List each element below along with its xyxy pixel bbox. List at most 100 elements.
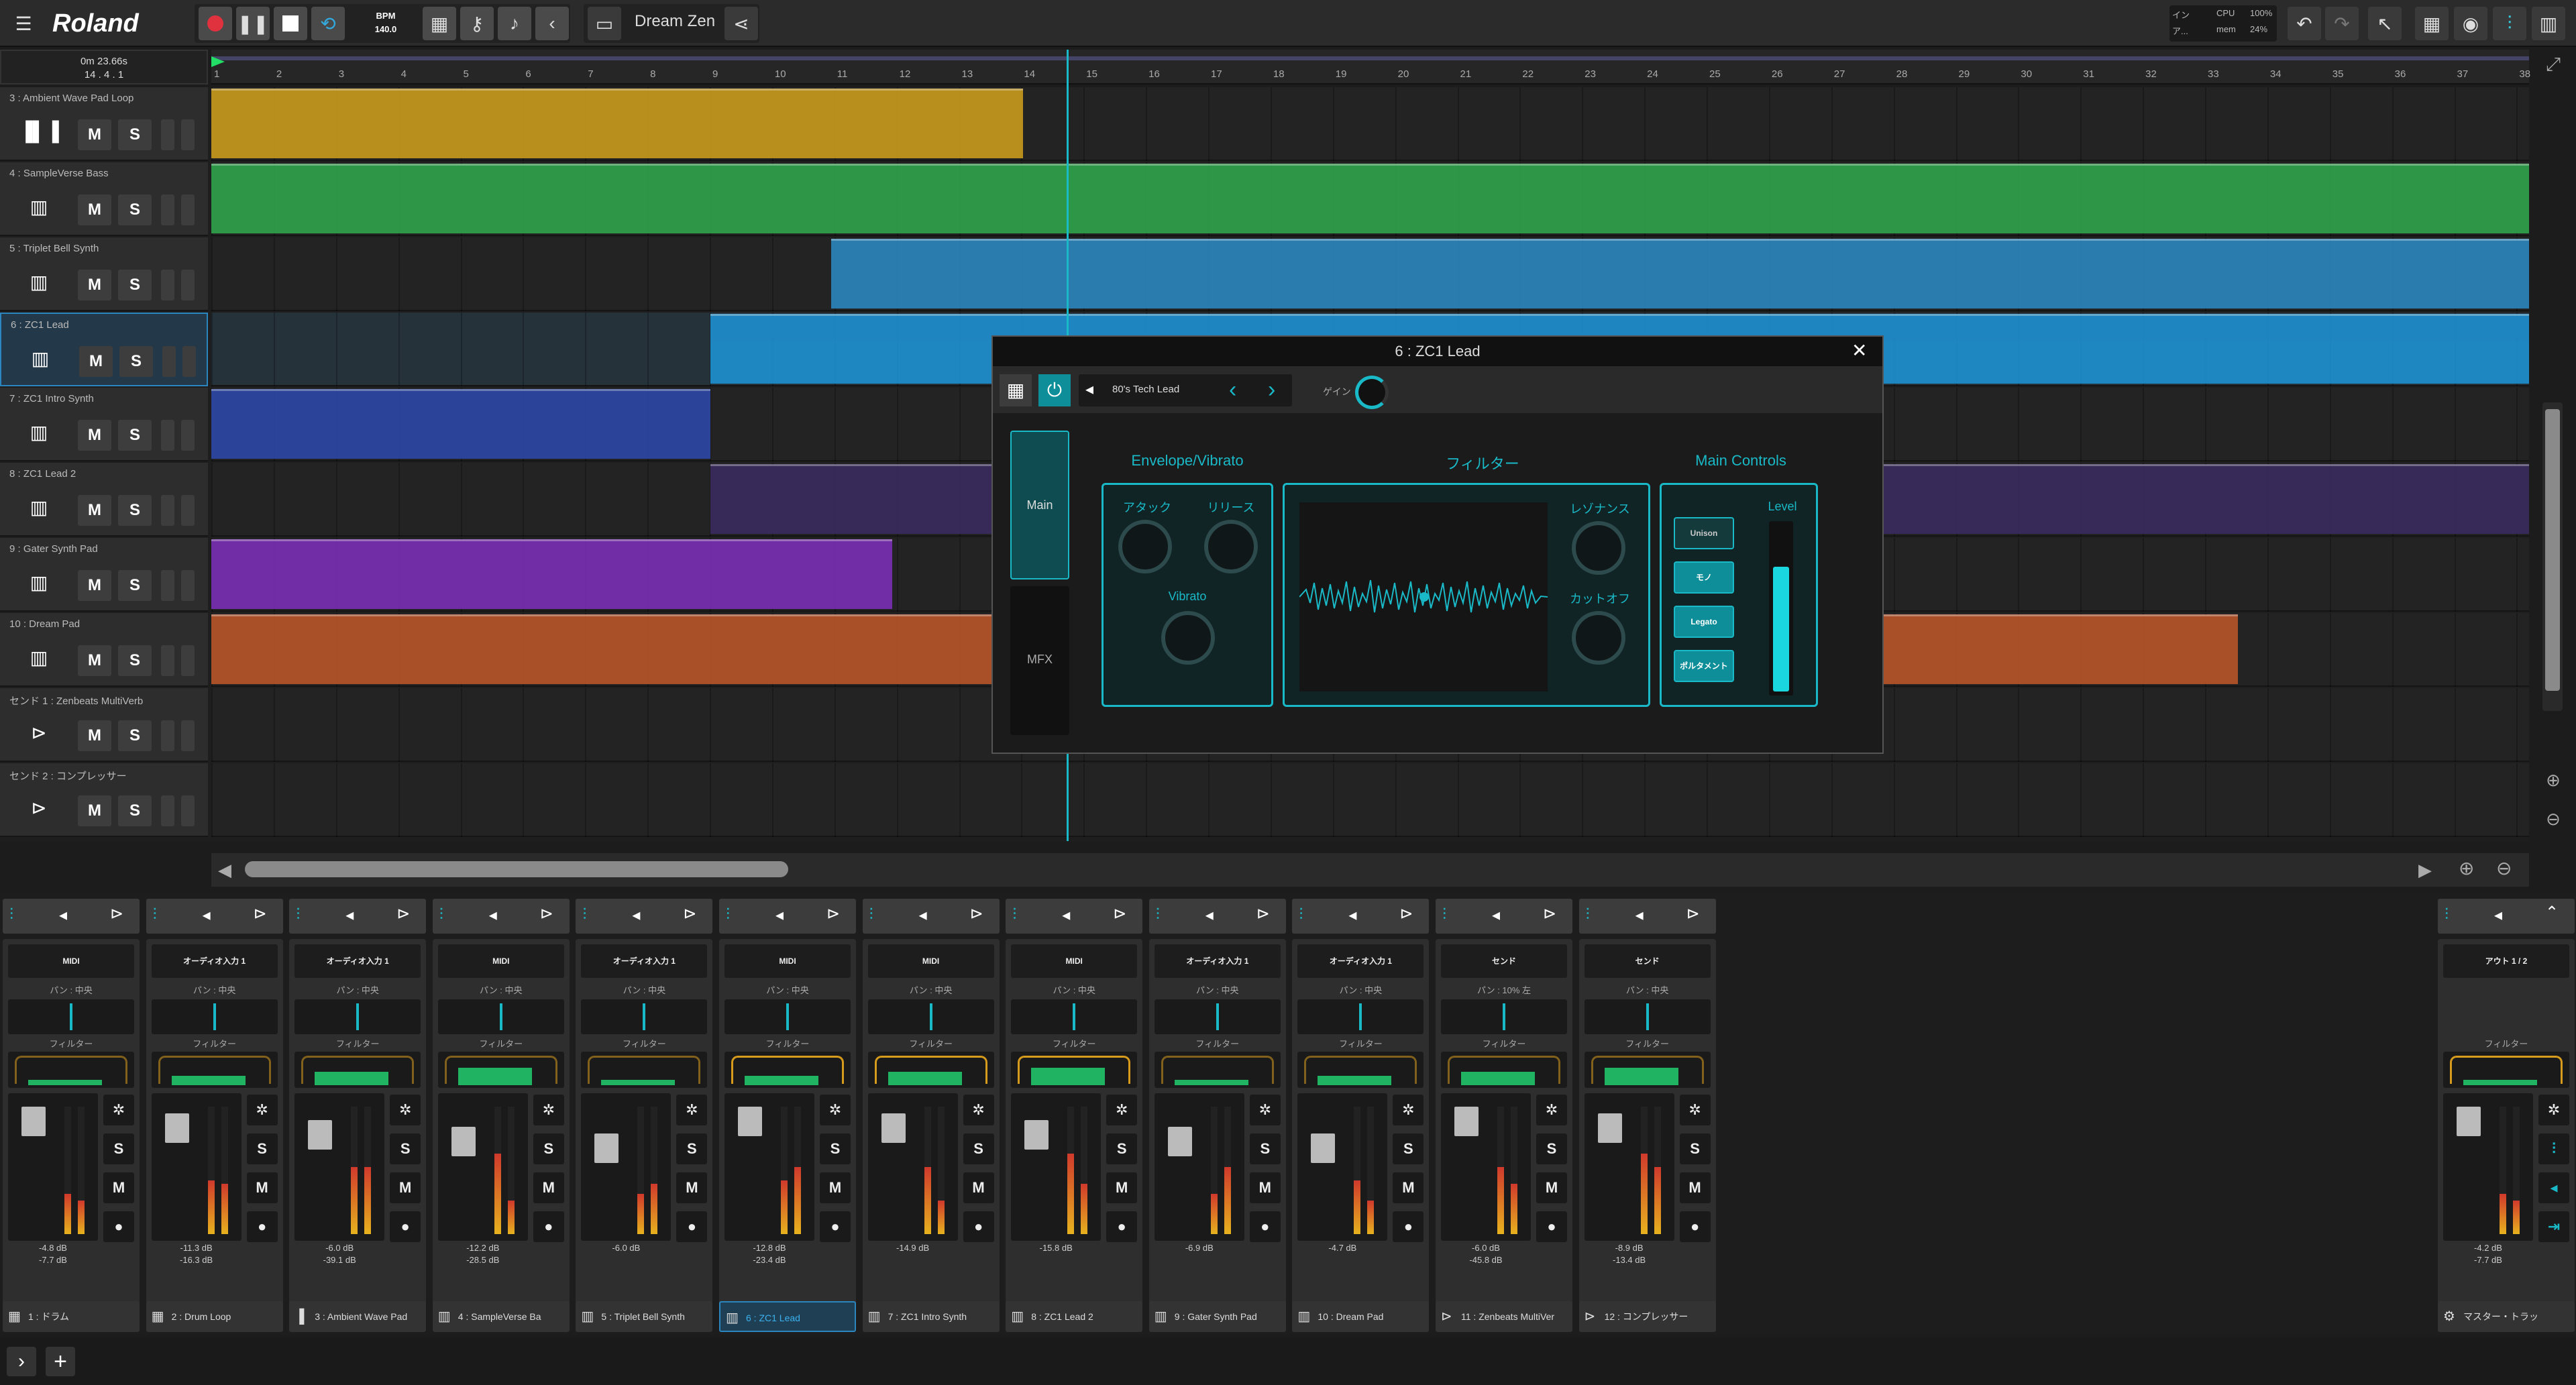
cutoff-knob[interactable] bbox=[1572, 611, 1625, 665]
track-lane[interactable] bbox=[211, 763, 2529, 837]
tab-main[interactable]: Main bbox=[1010, 431, 1069, 579]
filter-display[interactable] bbox=[1011, 1052, 1138, 1088]
fx-gear-icon[interactable]: ✲ bbox=[103, 1095, 134, 1125]
track-header[interactable]: センド 2 : コンプレッサー ⊳ M S bbox=[0, 763, 208, 837]
send-route-icon[interactable]: ⊳ bbox=[683, 904, 696, 924]
fx-gear-icon[interactable]: ✲ bbox=[1249, 1095, 1281, 1125]
pan-control[interactable] bbox=[1011, 999, 1138, 1034]
strip-name-tab[interactable]: ▥ 7 : ZC1 Intro Synth bbox=[862, 1301, 1000, 1332]
volume-fader[interactable] bbox=[867, 1093, 958, 1241]
solo-button[interactable]: S bbox=[1106, 1133, 1138, 1164]
send-route-icon[interactable]: ⊳ bbox=[1256, 904, 1270, 924]
mute-button[interactable]: M bbox=[78, 420, 111, 451]
volume-fader[interactable] bbox=[581, 1093, 672, 1241]
track-fader[interactable] bbox=[161, 119, 174, 150]
fader-cap[interactable] bbox=[21, 1107, 46, 1136]
mute-button[interactable]: M bbox=[78, 645, 111, 676]
filter-display[interactable] bbox=[294, 1052, 421, 1088]
grid-view-icon[interactable]: ▦ bbox=[2415, 7, 2449, 40]
project-name[interactable]: Dream Zen bbox=[635, 12, 715, 31]
mute-button[interactable]: M bbox=[1679, 1172, 1711, 1203]
add-track-icon[interactable]: + bbox=[46, 1347, 75, 1376]
preset-next-icon[interactable]: › bbox=[1268, 377, 1275, 403]
release-knob[interactable] bbox=[1204, 520, 1258, 573]
eye-icon[interactable]: ◉ bbox=[2454, 7, 2487, 40]
record-arm-button[interactable]: ● bbox=[1679, 1211, 1711, 1242]
h-zoom-out-icon[interactable]: ⊖ bbox=[2496, 857, 2512, 879]
filter-display[interactable] bbox=[724, 1052, 851, 1088]
track-fader[interactable] bbox=[162, 346, 176, 377]
strip-name-tab[interactable]: ▥ 5 : Triplet Bell Synth bbox=[576, 1301, 713, 1332]
share-icon[interactable]: ⋖ bbox=[724, 7, 758, 40]
mute-button[interactable]: M bbox=[390, 1172, 421, 1203]
scroll-left-icon[interactable]: ◀ bbox=[218, 860, 231, 881]
track-lane[interactable] bbox=[211, 87, 2529, 161]
mute-button[interactable]: M bbox=[78, 495, 111, 526]
solo-button[interactable]: S bbox=[963, 1133, 994, 1164]
zoom-in-icon[interactable]: ⊕ bbox=[2540, 770, 2567, 797]
track-header[interactable]: センド 1 : Zenbeats MultiVerb ⊳ M S bbox=[0, 688, 208, 762]
fx-gear-icon[interactable]: ✲ bbox=[390, 1095, 421, 1125]
strip-name-tab[interactable]: ▥ 6 : ZC1 Lead bbox=[719, 1301, 856, 1332]
track-lane[interactable] bbox=[211, 162, 2529, 236]
send-route-icon[interactable]: ⊳ bbox=[396, 904, 410, 924]
strip-name-tab[interactable]: ▦ 1 : ドラム bbox=[3, 1301, 140, 1332]
pan-control[interactable] bbox=[151, 999, 278, 1034]
record-arm-button[interactable]: ● bbox=[1536, 1211, 1567, 1242]
record-arm-button[interactable]: ● bbox=[533, 1211, 564, 1242]
loop-button[interactable]: ⟲ bbox=[311, 7, 345, 40]
plugin-plug-icon[interactable]: ◂ bbox=[1062, 905, 1070, 925]
scroll-right-icon[interactable]: ▶ bbox=[2418, 860, 2432, 881]
send-route-icon[interactable]: ⊳ bbox=[254, 904, 267, 924]
record-arm-button[interactable]: ● bbox=[103, 1211, 134, 1242]
volume-fader[interactable] bbox=[1297, 1093, 1388, 1241]
expand-icon[interactable]: › bbox=[7, 1347, 36, 1376]
volume-fader[interactable] bbox=[724, 1093, 814, 1241]
solo-button[interactable]: S bbox=[1536, 1133, 1567, 1164]
solo-button[interactable]: S bbox=[676, 1133, 708, 1164]
solo-button[interactable]: S bbox=[820, 1133, 851, 1164]
input-selector[interactable]: MIDI bbox=[8, 944, 134, 978]
track-header[interactable]: 6 : ZC1 Lead ▥ M S bbox=[0, 313, 208, 386]
volume-fader[interactable] bbox=[1011, 1093, 1102, 1241]
volume-fader[interactable] bbox=[151, 1093, 241, 1241]
mute-button[interactable]: M bbox=[78, 270, 111, 300]
zoom-out-icon[interactable]: ⊖ bbox=[2540, 809, 2567, 836]
bpm-display[interactable]: BPM 140.0 bbox=[362, 9, 409, 36]
fx-gear-icon[interactable]: ✲ bbox=[1679, 1095, 1711, 1125]
pan-control[interactable] bbox=[437, 999, 564, 1034]
solo-button[interactable]: S bbox=[118, 195, 152, 225]
pan-control[interactable] bbox=[581, 999, 708, 1034]
record-arm-button[interactable]: ● bbox=[390, 1211, 421, 1242]
clip[interactable] bbox=[211, 389, 710, 459]
track-fader[interactable] bbox=[161, 270, 174, 300]
mute-button[interactable]: M bbox=[78, 570, 111, 601]
clip[interactable] bbox=[211, 539, 892, 609]
send-route-icon[interactable]: ⊳ bbox=[826, 904, 840, 924]
pan-control[interactable] bbox=[1297, 999, 1424, 1034]
mute-button[interactable]: M bbox=[78, 720, 111, 751]
fader-cap[interactable] bbox=[451, 1127, 476, 1156]
input-selector[interactable]: アウト 1 / 2 bbox=[2443, 944, 2569, 978]
record-arm-button[interactable]: ● bbox=[676, 1211, 708, 1242]
preset-selector[interactable]: ◂ 80's Tech Lead ‹ › bbox=[1079, 374, 1292, 406]
clip[interactable] bbox=[211, 89, 1023, 158]
solo-button[interactable]: S bbox=[1679, 1133, 1711, 1164]
clip[interactable] bbox=[211, 164, 2529, 233]
eq-icon[interactable]: ⫶ bbox=[439, 905, 443, 924]
plugin-plug-icon[interactable]: ◂ bbox=[775, 905, 784, 925]
track-fader[interactable] bbox=[161, 420, 174, 451]
mute-button[interactable]: M bbox=[103, 1172, 134, 1203]
pan-control[interactable] bbox=[1441, 999, 1567, 1034]
plugin-plug-icon[interactable]: ◂ bbox=[59, 905, 67, 925]
mute-button[interactable]: M bbox=[78, 795, 111, 826]
eq-icon[interactable]: ⫶ bbox=[1012, 905, 1016, 924]
track-fader[interactable] bbox=[161, 720, 174, 751]
record-button[interactable] bbox=[199, 7, 232, 40]
eq-icon[interactable]: ⫶ bbox=[2538, 1133, 2569, 1164]
output-icon[interactable]: ⇥ bbox=[2538, 1211, 2569, 1242]
track-header[interactable]: 5 : Triplet Bell Synth ▥ M S bbox=[0, 237, 208, 311]
plugin-plug-icon[interactable]: ◂ bbox=[2538, 1172, 2569, 1203]
resonance-knob[interactable] bbox=[1572, 521, 1625, 575]
strip-name-tab[interactable]: ⚙ マスター・トラッ bbox=[2438, 1301, 2575, 1332]
